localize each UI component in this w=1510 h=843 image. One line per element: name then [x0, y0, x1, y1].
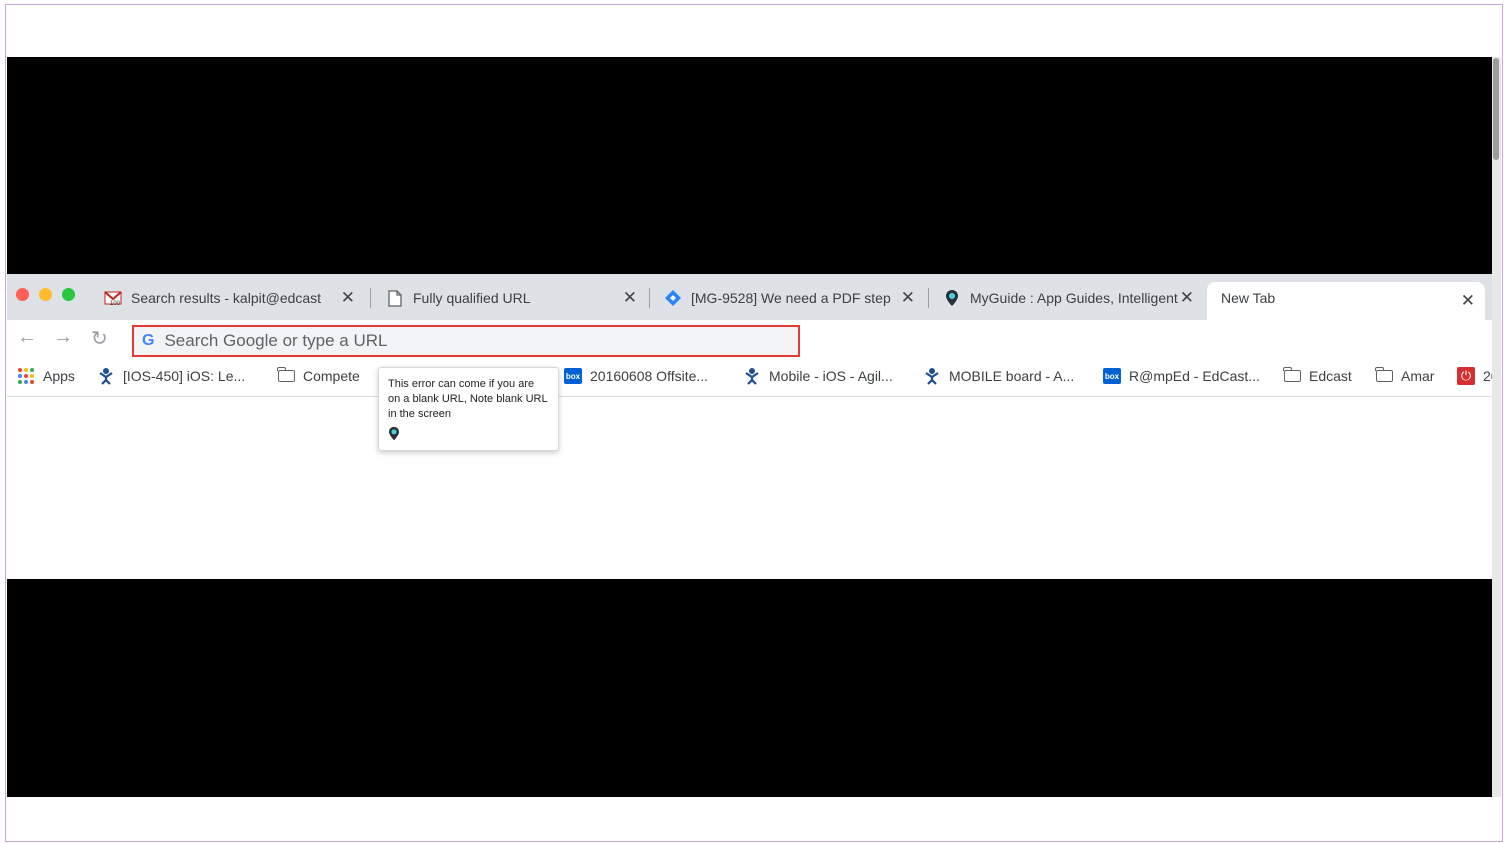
- box-icon: box: [564, 367, 582, 385]
- jira-figure-icon: [923, 367, 941, 385]
- address-bar-placeholder: Search Google or type a URL: [164, 331, 388, 350]
- jira-icon: [663, 288, 683, 308]
- tab-new-tab[interactable]: New Tab ✕: [1207, 282, 1485, 320]
- myguide-pin-icon: [942, 288, 962, 308]
- bookmark-mobile-ios-agile[interactable]: Mobile - iOS - Agil...: [743, 365, 893, 387]
- google-g-icon: G: [142, 332, 155, 349]
- tab-title: Fully qualified URL: [413, 290, 531, 306]
- bookmark-20160608-offsite[interactable]: box 20160608 Offsite...: [564, 365, 708, 387]
- myguide-tooltip: This error can come if you are on a blan…: [378, 367, 559, 451]
- bookmark-label: Amar: [1401, 368, 1435, 384]
- close-window-button[interactable]: [16, 288, 29, 301]
- tab-title: New Tab: [1221, 290, 1276, 306]
- bookmark-amar[interactable]: Amar: [1375, 365, 1434, 387]
- bookmark-label: Mobile - iOS - Agil...: [769, 368, 893, 384]
- apps-grid-icon: [17, 367, 35, 385]
- close-icon[interactable]: ✕: [623, 288, 637, 308]
- svg-text:100: 100: [110, 301, 121, 306]
- fullscreen-window-button[interactable]: [62, 288, 75, 301]
- bookmark-mobile-board[interactable]: MOBILE board - A...: [923, 365, 1074, 387]
- bookmark-label: Edcast: [1309, 368, 1352, 384]
- close-icon[interactable]: ✕: [901, 288, 915, 308]
- bookmark-ios-450[interactable]: [IOS-450] iOS: Le...: [97, 365, 245, 387]
- tab-strip: 100 Search results - kalpit@edcast ✕ Ful…: [7, 274, 1492, 320]
- myguide-pin-icon[interactable]: [388, 426, 402, 442]
- bookmark-label: Apps: [43, 368, 75, 384]
- tab-separator: [649, 288, 650, 308]
- power-icon: ⏻: [1457, 367, 1475, 385]
- bookmark-label: MOBILE board - A...: [949, 368, 1075, 384]
- forward-arrow-icon[interactable]: →: [53, 326, 73, 349]
- bookmark-ramped-edcast[interactable]: box R@mpEd - EdCast...: [1103, 365, 1260, 387]
- bookmark-label: 20: [1483, 368, 1492, 384]
- close-icon[interactable]: ✕: [1180, 288, 1194, 308]
- tab-title: MyGuide : App Guides, Intelligent: [970, 290, 1178, 306]
- close-icon[interactable]: ✕: [341, 288, 355, 308]
- address-bar[interactable]: G Search Google or type a URL: [132, 325, 800, 357]
- new-tab-page-content: [7, 398, 1492, 579]
- jira-figure-icon: [97, 367, 115, 385]
- back-arrow-icon[interactable]: ←: [17, 326, 37, 349]
- browser-toolbar: ← → ↻ G Search Google or type a URL: [7, 320, 1492, 357]
- bookmark-apps[interactable]: Apps: [17, 365, 75, 387]
- bookmarks-bar: Apps [IOS-450] iOS: Le... Compete box 20…: [7, 357, 1492, 397]
- tab-separator: [370, 288, 371, 308]
- bookmark-label: 20160608 Offsite...: [590, 368, 709, 384]
- tab-myguide[interactable]: MyGuide : App Guides, Intelligent ✕: [942, 282, 1204, 314]
- bookmark-edcast[interactable]: Edcast: [1283, 365, 1352, 387]
- reload-icon[interactable]: ↻: [91, 326, 108, 351]
- gmail-icon: 100: [103, 288, 123, 308]
- box-icon: box: [1103, 367, 1121, 385]
- tab-fully-qualified-url[interactable]: Fully qualified URL ✕: [385, 282, 647, 314]
- tab-title: Search results - kalpit@edcast: [131, 290, 322, 306]
- folder-icon: [277, 367, 295, 385]
- bookmark-label: Compete: [303, 368, 360, 384]
- page-scrollbar[interactable]: [1492, 57, 1501, 797]
- minimize-window-button[interactable]: [39, 288, 52, 301]
- tab-jira-mg-9528[interactable]: [MG-9528] We need a PDF step ✕: [663, 282, 925, 314]
- folder-icon: [1283, 367, 1301, 385]
- folder-icon: [1375, 367, 1393, 385]
- letterbox-bottom: [7, 579, 1501, 797]
- close-icon[interactable]: ✕: [1461, 291, 1475, 311]
- browser-window: 100 Search results - kalpit@edcast ✕ Ful…: [7, 274, 1492, 579]
- tooltip-text: This error can come if you are on a blan…: [388, 378, 548, 420]
- letterbox-top: [7, 57, 1501, 274]
- jira-figure-icon: [743, 367, 761, 385]
- tab-separator: [928, 288, 929, 308]
- tab-gmail-search[interactable]: 100 Search results - kalpit@edcast ✕: [103, 282, 365, 314]
- bookmark-label: [IOS-450] iOS: Le...: [123, 368, 246, 384]
- bookmark-label: R@mpEd - EdCast...: [1129, 368, 1260, 384]
- page-scrollbar-thumb[interactable]: [1493, 58, 1499, 160]
- bookmark-overflow-20[interactable]: ⏻ 20: [1457, 365, 1492, 387]
- bookmark-compete[interactable]: Compete: [277, 365, 360, 387]
- tab-title: [MG-9528] We need a PDF step: [691, 290, 891, 306]
- document-icon: [385, 288, 405, 308]
